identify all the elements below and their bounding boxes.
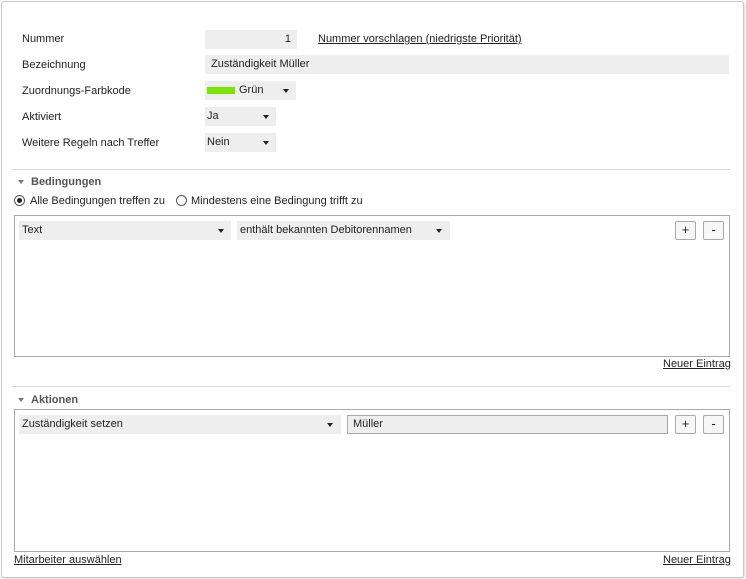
remove-action-button[interactable]: - — [703, 415, 724, 434]
section-divider — [12, 169, 730, 170]
conditions-title: Bedingungen — [31, 176, 102, 188]
radio-any-label: Mindestens eine Bedingung trifft zu — [191, 195, 363, 207]
new-condition-link[interactable]: Neuer Eintrag — [663, 357, 731, 371]
add-condition-button[interactable]: + — [675, 221, 696, 240]
action-type-select[interactable]: Zuständigkeit setzen — [19, 415, 341, 434]
add-action-button[interactable]: + — [675, 415, 696, 434]
name-label: Bezeichnung — [22, 59, 86, 71]
chevron-down-icon — [263, 141, 269, 145]
chevron-down-icon — [263, 115, 269, 119]
collapse-triangle-icon[interactable] — [18, 398, 24, 402]
chevron-down-icon — [327, 423, 333, 427]
name-input[interactable]: Zuständigkeit Müller — [205, 55, 729, 74]
chevron-down-icon — [283, 89, 289, 93]
more-rules-label: Weitere Regeln nach Treffer — [22, 137, 160, 149]
color-swatch — [207, 87, 235, 94]
actions-title: Aktionen — [31, 394, 79, 406]
number-input[interactable]: 1 — [205, 30, 297, 49]
radio-any-condition[interactable] — [176, 195, 187, 206]
condition-operator-value: enthält bekannten Debitorennamen — [240, 224, 412, 236]
select-employee-link[interactable]: Mitarbeiter auswählen — [14, 553, 122, 567]
condition-operator-select[interactable]: enthält bekannten Debitorennamen — [237, 221, 450, 240]
more-rules-select-value: Nein — [207, 136, 230, 148]
color-label: Zuordnungs-Farbkode — [22, 85, 131, 97]
radio-all-label: Alle Bedingungen treffen zu — [30, 195, 165, 207]
condition-field-select[interactable]: Text — [19, 221, 231, 240]
new-action-link[interactable]: Neuer Eintrag — [663, 553, 731, 567]
activated-select-value: Ja — [207, 110, 219, 122]
color-select-value: Grün — [239, 84, 264, 96]
number-label: Nummer — [22, 33, 65, 45]
chevron-down-icon — [436, 229, 442, 233]
radio-all-conditions[interactable] — [14, 195, 25, 206]
section-divider — [12, 386, 730, 387]
remove-condition-button[interactable]: - — [703, 221, 724, 240]
chevron-down-icon — [218, 229, 224, 233]
condition-field-value: Text — [22, 224, 43, 236]
action-value-input[interactable]: Müller — [347, 415, 668, 434]
action-type-value: Zuständigkeit setzen — [22, 418, 123, 430]
activated-label: Aktiviert — [22, 111, 62, 123]
collapse-triangle-icon[interactable] — [18, 180, 24, 184]
suggest-number-link[interactable]: Nummer vorschlagen (niedrigste Priorität… — [318, 32, 522, 46]
